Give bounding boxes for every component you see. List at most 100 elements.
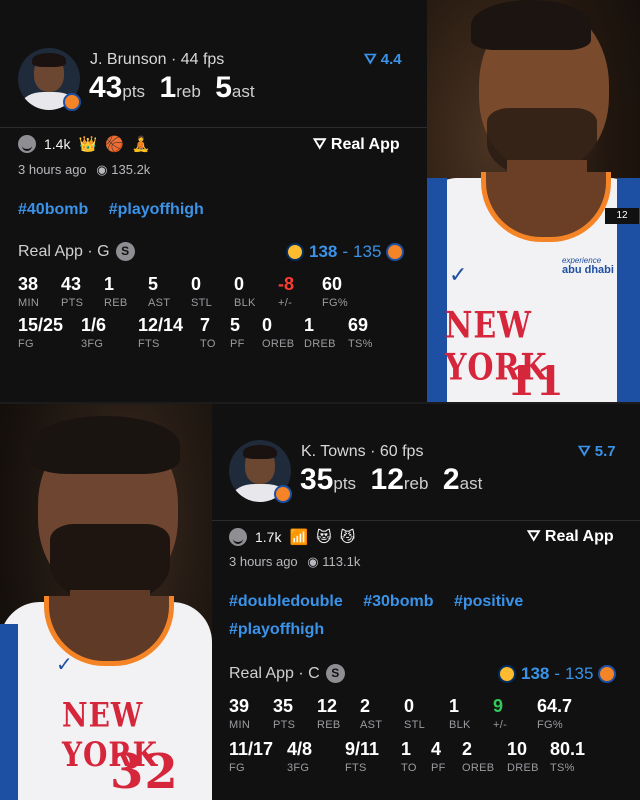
smiley-icon (18, 135, 36, 153)
stat-value: 10 (507, 739, 528, 759)
stat-pts: 43 PTS (61, 274, 83, 309)
stat-label: FG (18, 338, 34, 350)
stat-reb: 12 REB (317, 696, 341, 731)
hashtag[interactable]: #40bomb (18, 201, 88, 218)
stat-ast: 5 AST (148, 274, 170, 309)
stat-dreb: 1 DREB (304, 315, 336, 350)
player-card-brunson[interactable]: ✓ experience abu dhabi NEW YORK 11 12 J.… (0, 0, 640, 402)
stat-label: BLK (449, 719, 471, 731)
stat-value: 5 (230, 315, 241, 335)
reaction-emoji-crown-icon: 👑 (78, 136, 98, 153)
stat-source-label: Real App · G (18, 242, 110, 260)
headline-stats: 35pts 12reb 2ast (300, 463, 492, 497)
reb-unit: reb (176, 82, 201, 101)
stat-label: DREB (507, 762, 539, 774)
game-score[interactable]: 138-135 (286, 242, 405, 262)
stat-label: FG% (322, 297, 348, 309)
pacers-logo-icon (498, 665, 516, 683)
stat-label: FG% (537, 719, 563, 731)
rating[interactable]: ⛛ 4.4 (364, 51, 402, 68)
stat-label: TS% (550, 762, 575, 774)
view-count: 135.2k (111, 162, 151, 177)
stat-: 9 +/- (493, 696, 507, 731)
stat-3fg: 1/6 3FG (81, 315, 106, 350)
post-meta: 3 hours ago ◉ 113.1k (229, 554, 360, 570)
player-hair (30, 416, 180, 474)
real-app-link[interactable]: ⛛ Real App (527, 528, 614, 546)
source-badge: S (325, 664, 345, 683)
stat-label: FTS (138, 338, 160, 350)
stat-value: 9 (493, 696, 504, 716)
stat-value: -8 (278, 274, 295, 294)
player-photo: ✓ NEW YORK 32 (0, 404, 212, 800)
stat-label: REB (317, 719, 341, 731)
stat-blk: 1 BLK (449, 696, 471, 731)
nike-swoosh-icon: ✓ (449, 262, 468, 287)
stat-label: MIN (229, 719, 251, 731)
stat-label: DREB (304, 338, 336, 350)
stat-label: TO (200, 338, 216, 350)
stat-ast: 2 AST (360, 696, 382, 731)
hashtag[interactable]: #positive (454, 593, 523, 610)
stat-label: AST (148, 297, 171, 309)
pts-unit: pts (122, 82, 146, 101)
stat-label: PTS (273, 719, 296, 731)
separator: · (170, 51, 181, 68)
avatar-hair (32, 53, 66, 67)
reactions[interactable]: 1.7k 📶 😻 😼 (229, 528, 355, 546)
stat-value: 39 (229, 696, 250, 716)
reaction-emoji-smirk-cat-icon: 😼 (339, 529, 356, 546)
game-score[interactable]: 138-135 (498, 664, 617, 684)
score-away: 135 (353, 242, 382, 261)
hashtag[interactable]: #doubledouble (229, 593, 343, 610)
stat-value: 0 (191, 274, 202, 294)
rating-flag-icon: ⛛ (364, 51, 377, 68)
knicks-logo-icon (386, 243, 405, 261)
real-app-icon: ⛛ (527, 528, 541, 545)
reactions[interactable]: 1.4k 👑 🏀 🧘 (18, 135, 151, 153)
player-name-line[interactable]: J. Brunson · 44 fps (90, 51, 224, 69)
stat-label: STL (404, 719, 426, 731)
stat-label: PTS (61, 297, 84, 309)
stat-pts: 35 PTS (273, 696, 295, 731)
score-home: 138 (521, 664, 550, 683)
stat-value: 1 (449, 696, 460, 716)
stat-3fg: 4/8 3FG (287, 739, 312, 774)
player-card-towns[interactable]: ✓ NEW YORK 32 K. Towns · 60 fps 35pts 12… (0, 404, 640, 800)
stat-oreb: 2 OREB (462, 739, 494, 774)
source-badge: S (115, 242, 135, 261)
stat-label: REB (104, 297, 128, 309)
stat-fg: 64.7 FG% (537, 696, 572, 731)
stat-value: 4/8 (287, 739, 313, 759)
reb-unit: reb (403, 474, 429, 493)
fps-value: 60 fps (379, 443, 424, 460)
rating[interactable]: ⛛ 5.7 (578, 443, 616, 460)
score-away: 135 (565, 664, 594, 683)
stat-source: Real App · C S (229, 664, 345, 683)
stat-fg: 60 FG% (322, 274, 348, 309)
knicks-logo-icon (598, 665, 617, 683)
nike-swoosh-icon: ✓ (56, 654, 73, 676)
stat-pf: 4 PF (431, 739, 446, 774)
real-app-link[interactable]: ⛛ Real App (313, 136, 400, 154)
stat-source: Real App · G S (18, 242, 135, 261)
stat-value: 38 (18, 274, 39, 294)
hashtag[interactable]: #playoffhigh (109, 201, 204, 218)
stat-fg: 11/17 FG (229, 739, 273, 774)
stat-card: K. Towns · 60 fps 35pts 12reb 2ast ⛛ 5.7… (212, 404, 640, 800)
knicks-logo-icon (63, 93, 81, 111)
reactions-count: 1.7k (255, 529, 282, 545)
ast-value: 2 (442, 463, 460, 496)
player-name-line[interactable]: K. Towns · 60 fps (301, 443, 423, 461)
stat-to: 1 TO (401, 739, 417, 774)
hashtag[interactable]: #playoffhigh (229, 621, 324, 638)
player-name: K. Towns (301, 443, 366, 460)
pts-unit: pts (333, 474, 357, 493)
stat-label: AST (360, 719, 383, 731)
hashtag[interactable]: #30bomb (363, 593, 433, 610)
stat-blk: 0 BLK (234, 274, 256, 309)
divider (0, 127, 427, 128)
player-hair (471, 0, 591, 50)
post-time: 3 hours ago (18, 162, 87, 177)
ast-unit: ast (459, 474, 483, 493)
